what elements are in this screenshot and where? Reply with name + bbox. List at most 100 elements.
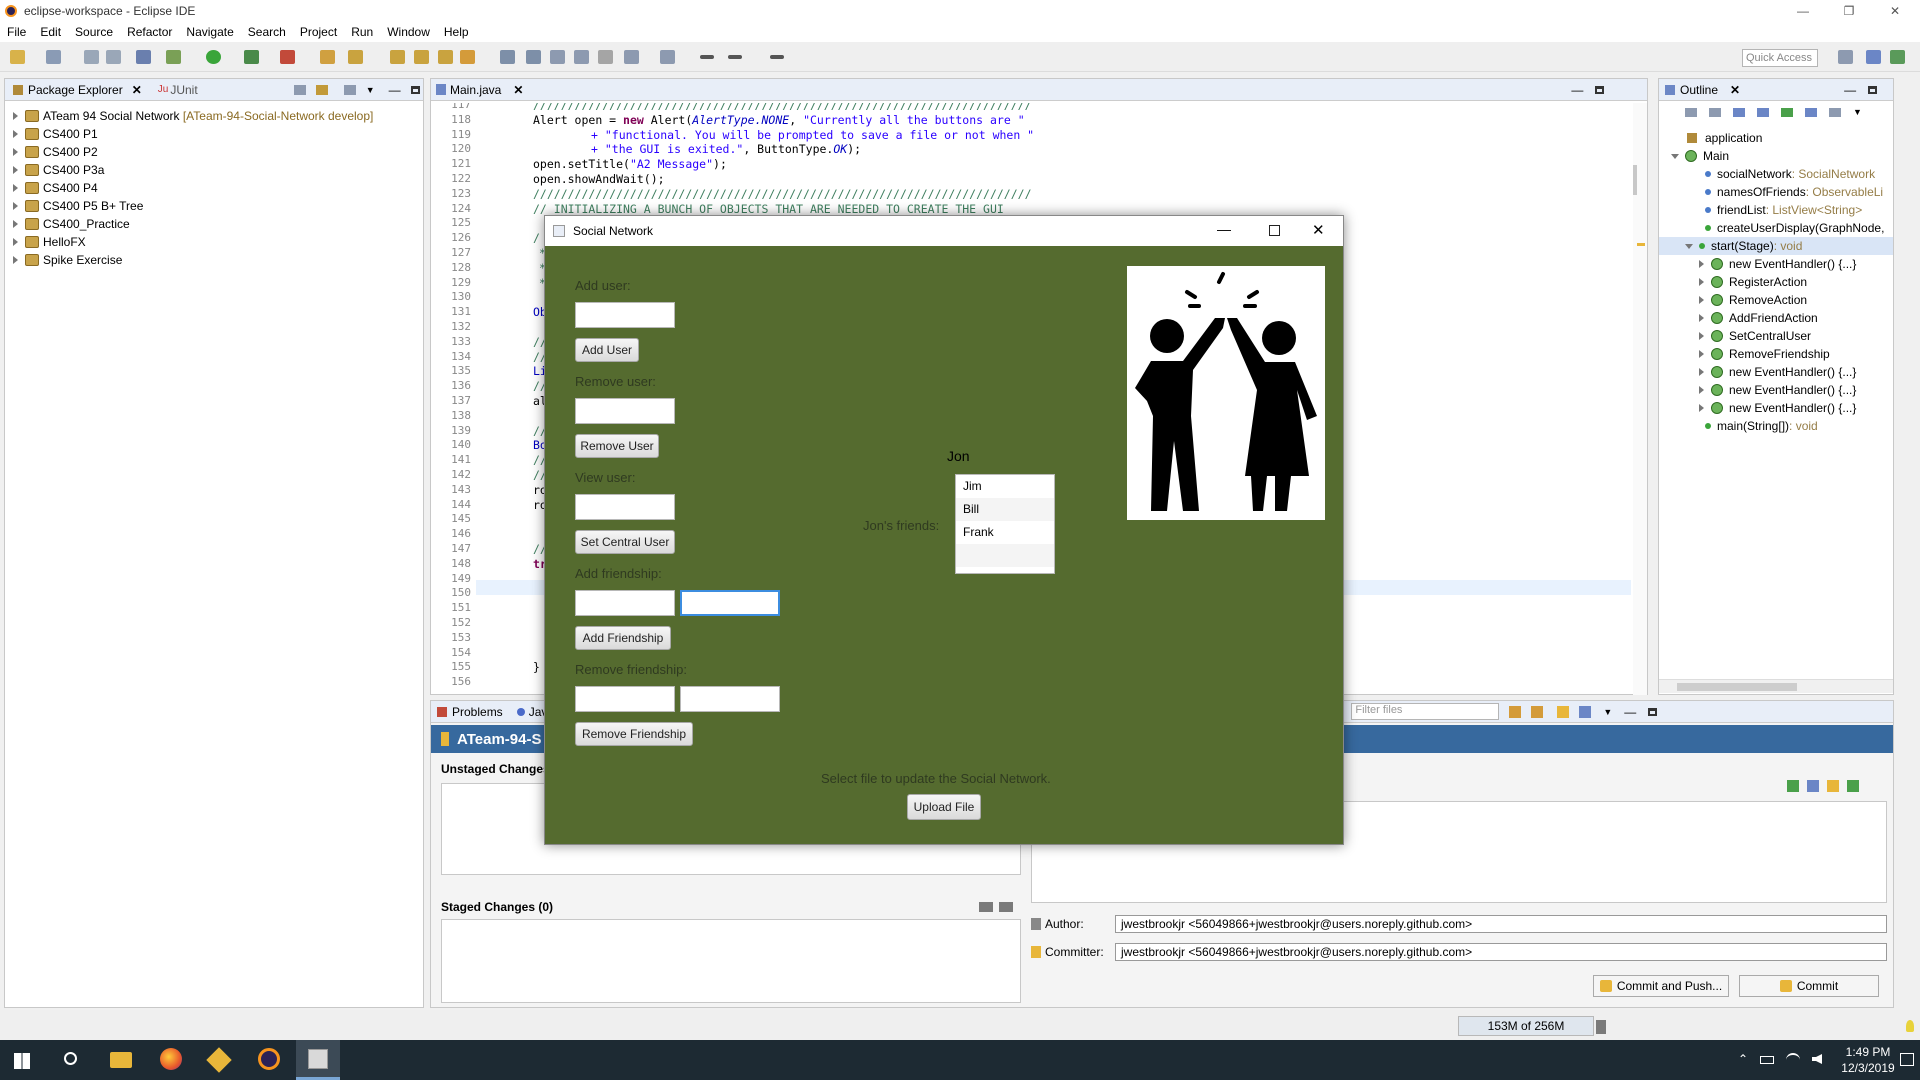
tab-main-java[interactable]: Main.java xyxy=(450,83,501,97)
menu-navigate[interactable]: Navigate xyxy=(179,25,240,39)
outline-horizontal-scrollbar[interactable] xyxy=(1659,679,1893,693)
add-signoff-icon[interactable] xyxy=(1787,780,1799,792)
tab-problems[interactable]: Problems xyxy=(452,705,503,719)
remove-user-button[interactable]: Remove User xyxy=(575,434,659,458)
expand-icon[interactable] xyxy=(1699,314,1704,322)
expand-icon[interactable] xyxy=(1699,296,1704,304)
expand-icon[interactable] xyxy=(1699,260,1704,268)
last-edit-icon[interactable] xyxy=(700,55,714,59)
menu-project[interactable]: Project xyxy=(293,25,344,39)
collapse-all-icon[interactable] xyxy=(1685,107,1697,117)
notifications-icon[interactable] xyxy=(1900,1053,1914,1066)
expand-icon[interactable] xyxy=(1699,404,1704,412)
minimize-view-icon[interactable]: — xyxy=(1844,83,1856,97)
minimize-view-icon[interactable]: — xyxy=(1624,705,1636,719)
focus-icon[interactable] xyxy=(343,84,356,95)
refresh-icon[interactable] xyxy=(1509,705,1522,718)
remove-friendship-user2-input[interactable] xyxy=(680,686,780,712)
add-friendship-user1-input[interactable] xyxy=(575,590,675,616)
tree-item-project[interactable]: CS400 P4 xyxy=(13,179,98,197)
sign-commit-icon[interactable] xyxy=(1827,780,1839,792)
back-icon[interactable] xyxy=(728,55,742,59)
tip-icon[interactable] xyxy=(1906,1020,1914,1032)
clock[interactable]: 1:49 PM 12/3/2019 xyxy=(1838,1044,1898,1076)
expand-icon[interactable] xyxy=(1699,278,1704,286)
editor-scrollbar[interactable] xyxy=(1633,165,1637,195)
remove-friendship-user1-input[interactable] xyxy=(575,686,675,712)
volume-icon[interactable] xyxy=(1812,1054,1822,1064)
menu-run[interactable]: Run xyxy=(344,25,380,39)
coverage-icon[interactable] xyxy=(244,50,259,64)
outline-item-selected[interactable]: start(Stage) : void xyxy=(1659,237,1893,255)
upload-file-button[interactable]: Upload File xyxy=(907,794,981,820)
save-icon[interactable] xyxy=(84,50,99,64)
focus-icon[interactable] xyxy=(1829,107,1841,117)
commit-button[interactable]: Commit xyxy=(1739,975,1879,997)
friend-list-item[interactable]: Frank xyxy=(956,521,1054,544)
close-tab-icon[interactable]: ✕ xyxy=(132,83,142,97)
menu-edit[interactable]: Edit xyxy=(33,25,68,39)
presentation-icon[interactable] xyxy=(1579,705,1592,718)
new-package-icon[interactable] xyxy=(348,50,363,64)
git-icon[interactable] xyxy=(206,1047,232,1073)
hide-local-types-icon[interactable] xyxy=(1805,107,1817,117)
tree-item-project[interactable]: CS400 P2 xyxy=(13,143,98,161)
hide-nonpublic-icon[interactable] xyxy=(1781,107,1793,117)
save-all-icon[interactable] xyxy=(106,50,121,64)
next-annotation-icon[interactable] xyxy=(624,50,639,64)
menu-source[interactable]: Source xyxy=(68,25,120,39)
outline-item[interactable]: Main xyxy=(1671,147,1729,165)
expand-icon[interactable] xyxy=(13,202,18,210)
outline-item[interactable]: new EventHandler() {...} xyxy=(1699,399,1856,417)
garbage-collect-icon[interactable] xyxy=(1596,1020,1606,1034)
java-perspective-icon[interactable] xyxy=(1866,50,1881,64)
tab-package-explorer[interactable]: Package Explorer xyxy=(28,83,123,97)
menu-search[interactable]: Search xyxy=(241,25,293,39)
expand-icon[interactable] xyxy=(1699,368,1704,376)
collapse-icon[interactable] xyxy=(1671,153,1679,159)
tab-outline[interactable]: Outline xyxy=(1680,83,1718,97)
tree-item-project[interactable]: ATeam 94 Social Network [ATeam-94-Social… xyxy=(13,107,373,125)
close-button[interactable]: ✕ xyxy=(1872,0,1918,22)
show-hidden-icons[interactable]: ⌃ xyxy=(1738,1052,1748,1066)
menu-file[interactable]: File xyxy=(0,25,33,39)
hide-fields-icon[interactable] xyxy=(1733,107,1745,117)
maximize-view-icon[interactable] xyxy=(1595,85,1605,94)
file-explorer-icon[interactable] xyxy=(110,1052,132,1068)
tab-junit[interactable]: JUnit xyxy=(170,83,197,97)
friend-list-item[interactable]: Bill xyxy=(956,498,1054,521)
git-perspective-icon[interactable] xyxy=(1890,50,1905,64)
unstage-all-icon[interactable] xyxy=(999,902,1013,912)
author-field[interactable]: jwestbrookjr <56049866+jwestbrookjr@user… xyxy=(1115,915,1887,933)
maximize-button[interactable]: ❐ xyxy=(1826,0,1872,22)
expand-icon[interactable] xyxy=(1699,350,1704,358)
mark-occurrences-icon[interactable] xyxy=(526,50,541,64)
menu-help[interactable]: Help xyxy=(437,25,476,39)
battery-icon[interactable] xyxy=(1760,1056,1774,1064)
heap-status[interactable]: 153M of 256M xyxy=(1458,1016,1594,1036)
amend-icon[interactable] xyxy=(1807,780,1819,792)
quick-access-field[interactable]: Quick Access xyxy=(1742,49,1818,67)
expand-icon[interactable] xyxy=(13,184,18,192)
external-tools-icon[interactable] xyxy=(280,50,295,64)
firefox-icon[interactable] xyxy=(160,1048,182,1070)
block-selection-icon[interactable] xyxy=(550,50,565,64)
outline-item[interactable]: AddFriendAction xyxy=(1699,309,1818,327)
minimize-button[interactable]: — xyxy=(1780,0,1826,22)
maximize-view-icon[interactable] xyxy=(1648,707,1658,716)
tree-item-project[interactable]: CS400 P1 xyxy=(13,125,98,143)
minimize-view-icon[interactable]: — xyxy=(389,83,401,97)
warning-marker[interactable] xyxy=(1637,243,1645,246)
minimize-view-icon[interactable]: — xyxy=(1571,83,1583,97)
tree-item-project[interactable]: HelloFX xyxy=(13,233,86,251)
prev-annotation-icon[interactable] xyxy=(660,50,675,64)
remove-user-input[interactable] xyxy=(575,398,675,424)
add-change-id-icon[interactable] xyxy=(1847,780,1859,792)
expand-icon[interactable] xyxy=(13,220,18,228)
committer-field[interactable]: jwestbrookjr <56049866+jwestbrookjr@user… xyxy=(1115,943,1887,961)
outline-item[interactable]: new EventHandler() {...} xyxy=(1699,255,1856,273)
open-task-icon[interactable] xyxy=(438,50,453,64)
new-icon[interactable] xyxy=(10,50,25,64)
sort-icon[interactable] xyxy=(1709,107,1721,117)
wifi-icon[interactable] xyxy=(1786,1053,1800,1067)
